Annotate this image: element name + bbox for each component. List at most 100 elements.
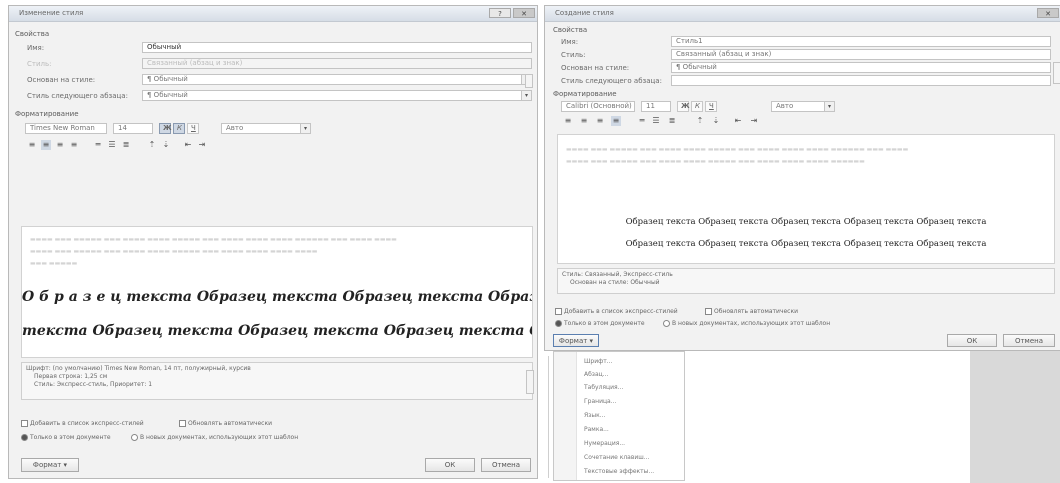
style-type-select[interactable]: Связанный (абзац и знак) bbox=[671, 49, 1051, 60]
preview-pane: ▬▬▬▬ ▬▬▬ ▬▬▬▬▬ ▬▬▬ ▬▬▬▬ ▬▬▬▬ ▬▬▬▬▬ ▬▬▬ ▬… bbox=[557, 134, 1055, 264]
bold-button[interactable]: Ж bbox=[677, 101, 690, 112]
align-right-icon[interactable]: ≡ bbox=[595, 116, 605, 126]
menu-item-font[interactable]: Шрифт... bbox=[584, 358, 612, 365]
space-after-icon[interactable]: ⇣ bbox=[161, 140, 171, 150]
font-select[interactable]: Times New Roman bbox=[25, 123, 107, 134]
align-center-icon[interactable]: ≡ bbox=[41, 140, 51, 150]
space-before-icon[interactable]: ⇡ bbox=[695, 116, 705, 126]
preview-prev-paragraph: ▬▬▬▬ ▬▬▬ ▬▬▬▬▬ ▬▬▬ ▬▬▬▬ ▬▬▬▬ ▬▬▬▬▬ ▬▬▬ ▬… bbox=[30, 236, 397, 243]
format-button[interactable]: Формат ▾ bbox=[553, 334, 599, 347]
font-size-select[interactable]: 14 bbox=[113, 123, 153, 134]
based-on-select[interactable]: ¶ Обычный ▾ bbox=[142, 74, 532, 85]
align-center-icon[interactable]: ≡ bbox=[579, 116, 589, 126]
align-justify-icon[interactable]: ≡ bbox=[611, 116, 621, 126]
new-documents-radio[interactable]: В новых документах, использующих этот ша… bbox=[131, 434, 298, 441]
line-spacing-onehalf-icon[interactable]: ☰ bbox=[651, 116, 661, 126]
name-input[interactable]: Стиль1 bbox=[671, 36, 1051, 47]
format-button[interactable]: Формат ▾ bbox=[21, 458, 79, 472]
cancel-button[interactable]: Отмена bbox=[481, 458, 531, 472]
preview-sample-line: текста Образец текста Образец текста Обр… bbox=[22, 323, 532, 339]
chevron-down-icon: ▾ bbox=[824, 102, 834, 111]
cancel-button[interactable]: Отмена bbox=[1003, 334, 1055, 347]
only-this-document-radio[interactable]: Только в этом документе bbox=[555, 320, 645, 327]
bold-button[interactable]: Ж bbox=[159, 123, 172, 134]
line-spacing-double-icon[interactable]: ≣ bbox=[667, 116, 677, 126]
line-spacing-single-icon[interactable]: ═ bbox=[93, 140, 103, 150]
space-before-icon[interactable]: ⇡ bbox=[147, 140, 157, 150]
close-button[interactable]: ✕ bbox=[513, 8, 535, 18]
menu-item-text-effects[interactable]: Текстовые эффекты... bbox=[584, 468, 654, 475]
preview-prev-paragraph: ▬▬▬▬ ▬▬▬ ▬▬▬▬▬ ▬▬▬ ▬▬▬▬ ▬▬▬▬ ▬▬▬▬▬ ▬▬▬ ▬… bbox=[566, 146, 909, 153]
auto-update-checkbox[interactable]: Обновлять автоматически bbox=[179, 420, 272, 427]
preview-sample-line: Образец текста Образец текста Образец те… bbox=[625, 217, 987, 227]
radio-label: Только в этом документе bbox=[564, 320, 645, 327]
line-spacing-onehalf-icon[interactable]: ☰ bbox=[107, 140, 117, 150]
menu-item-frame[interactable]: Рамка... bbox=[584, 426, 609, 433]
name-input[interactable]: Обычный bbox=[142, 42, 532, 53]
auto-update-checkbox[interactable]: Обновлять автоматически bbox=[705, 308, 798, 315]
ok-button[interactable]: ОК bbox=[425, 458, 475, 472]
menu-item-shortcut-key[interactable]: Сочетание клавиш... bbox=[584, 454, 649, 461]
decrease-indent-icon[interactable]: ⇤ bbox=[183, 140, 193, 150]
font-size-select[interactable]: 11 bbox=[641, 101, 671, 112]
font-select[interactable]: Calibri (Основной) bbox=[561, 101, 635, 112]
align-left-icon[interactable]: ≡ bbox=[27, 140, 37, 150]
language-select[interactable]: Авто ▾ bbox=[771, 101, 835, 112]
name-label: Имя: bbox=[27, 44, 45, 52]
space-after-icon[interactable]: ⇣ bbox=[711, 116, 721, 126]
radio-dot bbox=[21, 434, 28, 441]
format-menu: Шрифт... Абзац... Табуляция... Граница..… bbox=[553, 351, 685, 481]
menu-icon-gutter bbox=[554, 352, 577, 480]
radio-dot bbox=[663, 320, 670, 327]
italic-button[interactable]: К bbox=[691, 101, 703, 112]
ok-button[interactable]: ОК bbox=[947, 334, 997, 347]
italic-button[interactable]: К bbox=[173, 123, 185, 134]
new-documents-radio[interactable]: В новых документах, использующих этот ша… bbox=[663, 320, 830, 327]
properties-header: Свойства bbox=[15, 30, 50, 38]
next-style-select[interactable] bbox=[671, 75, 1051, 86]
align-left-icon[interactable]: ≡ bbox=[563, 116, 573, 126]
based-on-label: Основан на стиле: bbox=[27, 76, 96, 84]
language-value: Авто bbox=[226, 124, 244, 132]
description-scrollbar[interactable] bbox=[526, 370, 534, 394]
increase-indent-icon[interactable]: ⇥ bbox=[749, 116, 759, 126]
add-to-quick-styles-checkbox[interactable]: Добавить в список экспресс-стилей bbox=[555, 308, 678, 315]
underline-button[interactable]: Ч bbox=[705, 101, 717, 112]
checkbox-box bbox=[705, 308, 712, 315]
preview-sample-line: Образец текста Образец текста Образец те… bbox=[625, 239, 987, 249]
underline-button[interactable]: Ч bbox=[187, 123, 199, 134]
menu-item-border[interactable]: Граница... bbox=[584, 398, 616, 405]
modify-style-dialog: Изменение стиля ? ✕ Свойства Имя: Обычны… bbox=[8, 5, 538, 479]
increase-indent-icon[interactable]: ⇥ bbox=[197, 140, 207, 150]
menu-item-language[interactable]: Язык... bbox=[584, 412, 605, 419]
checkbox-label: Обновлять автоматически bbox=[714, 308, 798, 315]
preview-prev-paragraph: ▬▬▬▬ ▬▬▬ ▬▬▬▬▬ ▬▬▬ ▬▬▬▬ ▬▬▬▬ ▬▬▬▬▬ ▬▬▬ ▬… bbox=[30, 248, 318, 255]
line-spacing-double-icon[interactable]: ≣ bbox=[121, 140, 131, 150]
description-line: Первая строка: 1,25 см bbox=[34, 373, 108, 380]
help-button[interactable]: ? bbox=[489, 8, 511, 18]
checkbox-box bbox=[555, 308, 562, 315]
scroll-handle[interactable] bbox=[525, 74, 533, 88]
style-description: Шрифт: (по умолчанию) Times New Roman, 1… bbox=[21, 362, 533, 400]
based-on-select[interactable]: ¶ Обычный bbox=[671, 62, 1051, 73]
description-line: Стиль: Экспресс-стиль, Приоритет: 1 bbox=[34, 381, 153, 388]
language-value: Авто bbox=[776, 102, 794, 110]
close-icon[interactable]: ✕ bbox=[1037, 8, 1059, 18]
menu-item-paragraph[interactable]: Абзац... bbox=[584, 371, 608, 378]
checkbox-box bbox=[21, 420, 28, 427]
menu-item-tabs[interactable]: Табуляция... bbox=[584, 384, 623, 391]
line-spacing-single-icon[interactable]: ═ bbox=[637, 116, 647, 126]
properties-header: Свойства bbox=[553, 26, 588, 34]
align-right-icon[interactable]: ≡ bbox=[55, 140, 65, 150]
add-to-quick-styles-checkbox[interactable]: Добавить в список экспресс-стилей bbox=[21, 420, 144, 427]
style-type-select[interactable]: Связанный (абзац и знак) bbox=[142, 58, 532, 69]
decrease-indent-icon[interactable]: ⇤ bbox=[733, 116, 743, 126]
next-style-label: Стиль следующего абзаца: bbox=[27, 92, 128, 100]
dialog-title: Создание стиля bbox=[555, 9, 614, 17]
next-style-select[interactable]: ¶ Обычный ▾ bbox=[142, 90, 532, 101]
menu-item-numbering[interactable]: Нумерация... bbox=[584, 440, 625, 447]
only-this-document-radio[interactable]: Только в этом документе bbox=[21, 434, 111, 441]
scroll-handle[interactable] bbox=[1053, 62, 1060, 84]
language-select[interactable]: Авто ▾ bbox=[221, 123, 311, 134]
align-justify-icon[interactable]: ≡ bbox=[69, 140, 79, 150]
